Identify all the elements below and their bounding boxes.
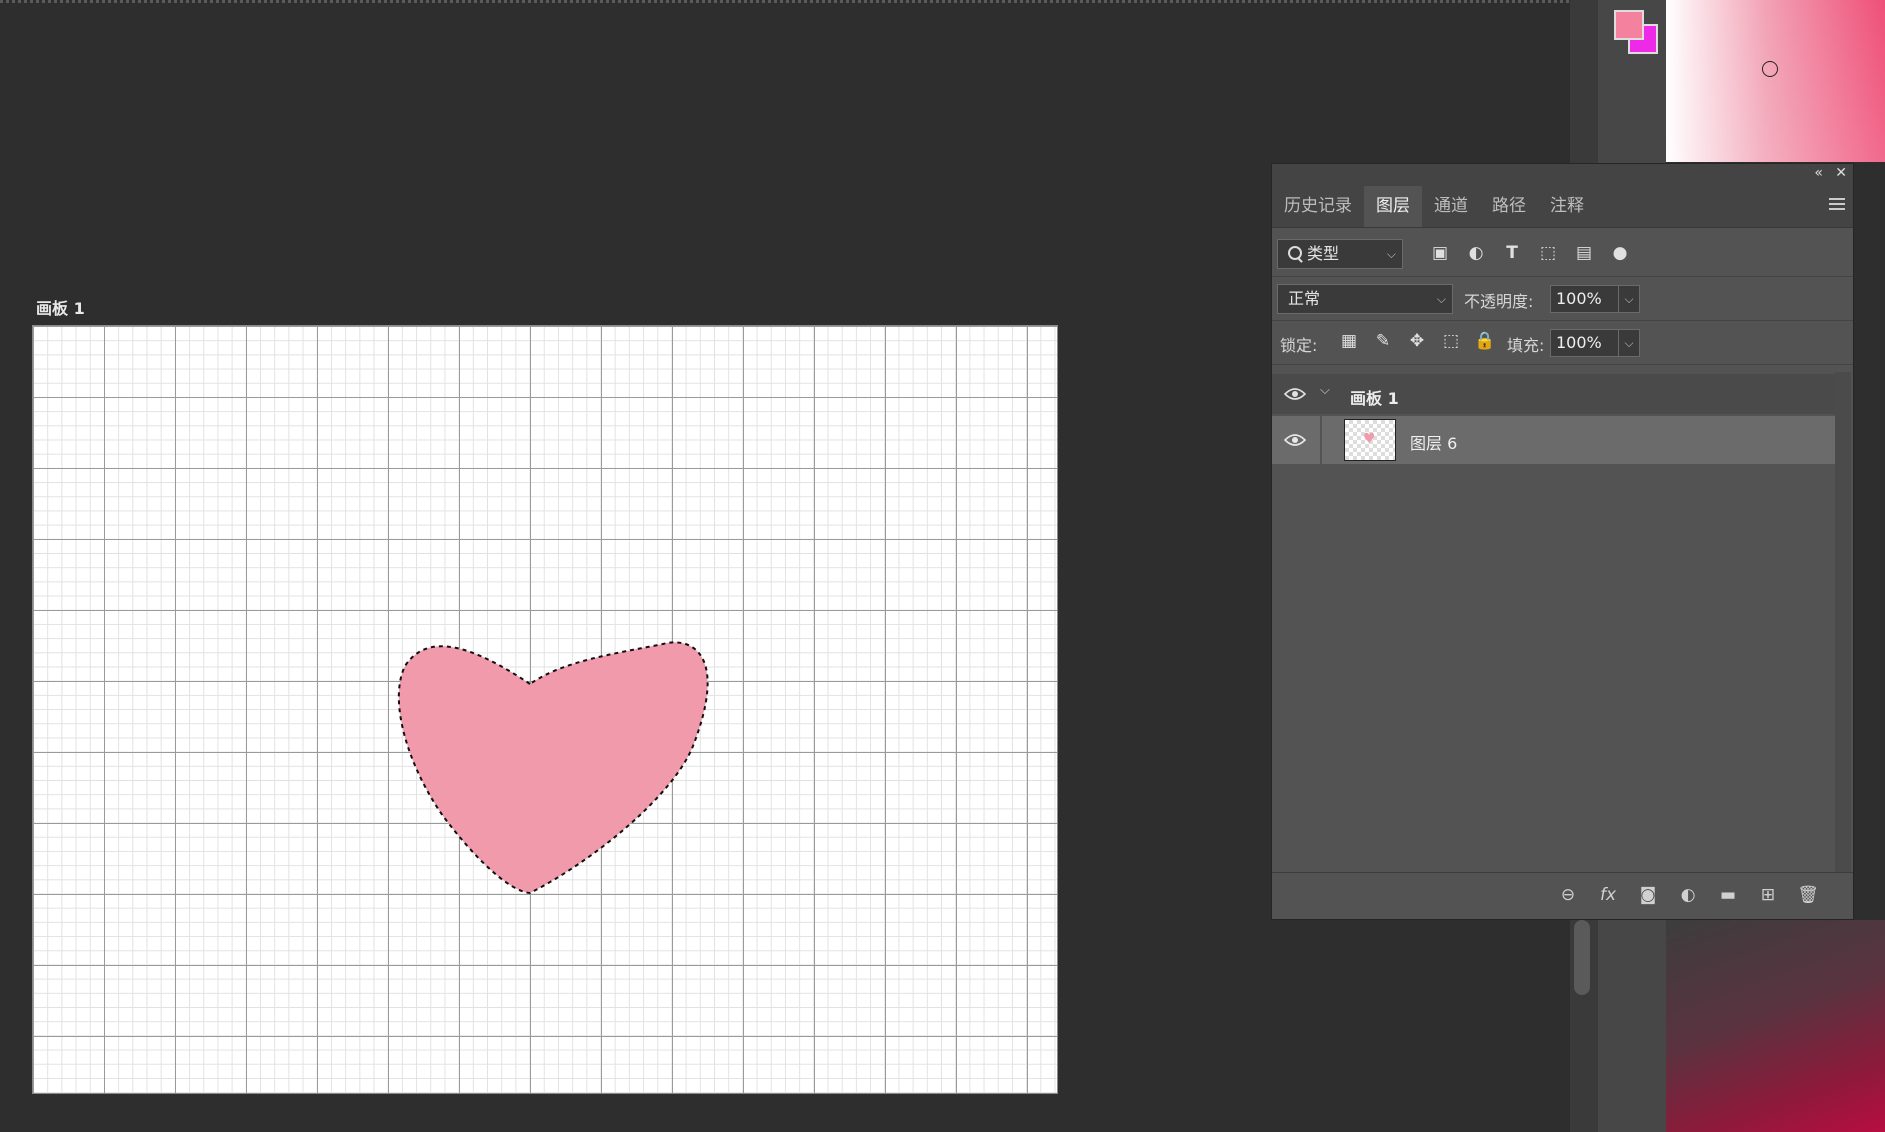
search-icon: [1288, 246, 1302, 260]
opacity-input[interactable]: 100%: [1550, 285, 1620, 313]
tab-layers[interactable]: 图层: [1364, 186, 1422, 227]
mask-icon[interactable]: ◙: [1636, 883, 1660, 907]
type-filter-icon[interactable]: T: [1501, 242, 1523, 264]
lock-artboard-icon[interactable]: ⬚: [1440, 329, 1462, 353]
canvas-scrollbar-thumb[interactable]: [1574, 920, 1590, 995]
artboard-label[interactable]: 画板 1: [36, 295, 85, 319]
group-folder-icon[interactable]: ▬: [1716, 883, 1740, 907]
blend-row: 正常 ⌵ 不透明度: 100% ⌵: [1272, 277, 1853, 321]
panel-menu-icon[interactable]: [1829, 198, 1845, 210]
filter-kind-select[interactable]: 类型 ⌵: [1277, 239, 1403, 269]
layer-name[interactable]: 图层 6: [1410, 430, 1457, 454]
opacity-label: 不透明度:: [1464, 292, 1534, 311]
opacity-dropdown-icon[interactable]: ⌵: [1618, 285, 1640, 313]
fill-input[interactable]: 100%: [1550, 329, 1620, 357]
tab-history[interactable]: 历史记录: [1272, 186, 1364, 227]
layers-scrollbar[interactable]: [1835, 372, 1851, 877]
fx-icon[interactable]: fx: [1596, 883, 1620, 907]
trash-icon[interactable]: 🗑: [1796, 883, 1820, 907]
layer-thumbnail[interactable]: ♥: [1344, 419, 1396, 461]
layers-bottom-toolbar: ⊖ fx ◙ ◐ ▬ ⊞ 🗑: [1272, 872, 1853, 919]
lock-paint-icon[interactable]: ✎: [1372, 329, 1394, 353]
fill-dropdown-icon[interactable]: ⌵: [1618, 329, 1640, 357]
tab-channels[interactable]: 通道: [1422, 186, 1480, 227]
lock-all-icon[interactable]: 🔒: [1474, 329, 1496, 353]
heart-shape[interactable]: [33, 326, 1059, 1095]
heart-fill: [397, 641, 709, 895]
collapse-icon[interactable]: «: [1814, 165, 1823, 181]
color-gradient-panel[interactable]: [1666, 920, 1885, 1132]
heart-thumbnail-icon: ♥: [1363, 431, 1376, 447]
panel-title-bar[interactable]: « ✕: [1272, 164, 1853, 186]
visibility-eye-icon[interactable]: [1284, 433, 1306, 447]
link-icon[interactable]: ⊖: [1556, 883, 1580, 907]
tab-notes[interactable]: 注释: [1538, 186, 1596, 227]
color-picker-field[interactable]: [1666, 0, 1885, 162]
adjustment-layer-icon[interactable]: ◐: [1676, 883, 1700, 907]
adjustment-filter-icon[interactable]: ◐: [1465, 242, 1487, 264]
chevron-down-icon: ⌵: [1386, 247, 1396, 261]
new-layer-icon[interactable]: ⊞: [1756, 883, 1780, 907]
lock-row: 锁定: ▦ ✎ ✥ ⬚ 🔒 填充: 100% ⌵: [1272, 321, 1853, 365]
lock-transparent-icon[interactable]: ▦: [1338, 329, 1360, 353]
filter-kind-label: 类型: [1307, 244, 1340, 263]
panel-tabs: 历史记录 图层 通道 路径 注释: [1272, 186, 1853, 228]
chevron-down-icon: ⌵: [1436, 292, 1446, 306]
filter-row: 类型 ⌵ ▣ ◐ T ⬚ ▤ ●: [1272, 228, 1853, 277]
filter-toggle-icon[interactable]: ●: [1609, 242, 1631, 264]
indent-guide: [1320, 416, 1322, 464]
foreground-color-swatch[interactable]: [1614, 10, 1644, 40]
layer-list: ⌵ 画板 1 ♥ 图层 6: [1272, 372, 1835, 877]
visibility-eye-icon[interactable]: [1284, 387, 1306, 401]
blend-mode-select[interactable]: 正常 ⌵: [1277, 284, 1453, 314]
fill-label: 填充:: [1507, 336, 1545, 355]
image-filter-icon[interactable]: ▣: [1429, 242, 1451, 264]
layer-row-selected[interactable]: ♥ 图层 6: [1272, 416, 1835, 464]
layers-panel: « ✕ 历史记录 图层 通道 路径 注释 类型 ⌵ ▣ ◐ T ⬚ ▤ ● 正常…: [1271, 163, 1854, 920]
blend-mode-value: 正常: [1288, 289, 1321, 308]
shape-filter-icon[interactable]: ⬚: [1537, 242, 1559, 264]
expand-chevron-icon[interactable]: ⌵: [1320, 383, 1330, 398]
layer-name-artboard: 画板 1: [1350, 389, 1399, 408]
lock-position-icon[interactable]: ✥: [1406, 329, 1428, 353]
smart-object-filter-icon[interactable]: ▤: [1573, 242, 1595, 264]
color-picker-cursor[interactable]: [1762, 61, 1778, 77]
close-icon[interactable]: ✕: [1835, 165, 1847, 181]
lock-label: 锁定:: [1280, 336, 1318, 355]
tab-paths[interactable]: 路径: [1480, 186, 1538, 227]
layer-row-artboard[interactable]: ⌵ 画板 1: [1272, 374, 1835, 414]
document-canvas[interactable]: [32, 325, 1058, 1094]
